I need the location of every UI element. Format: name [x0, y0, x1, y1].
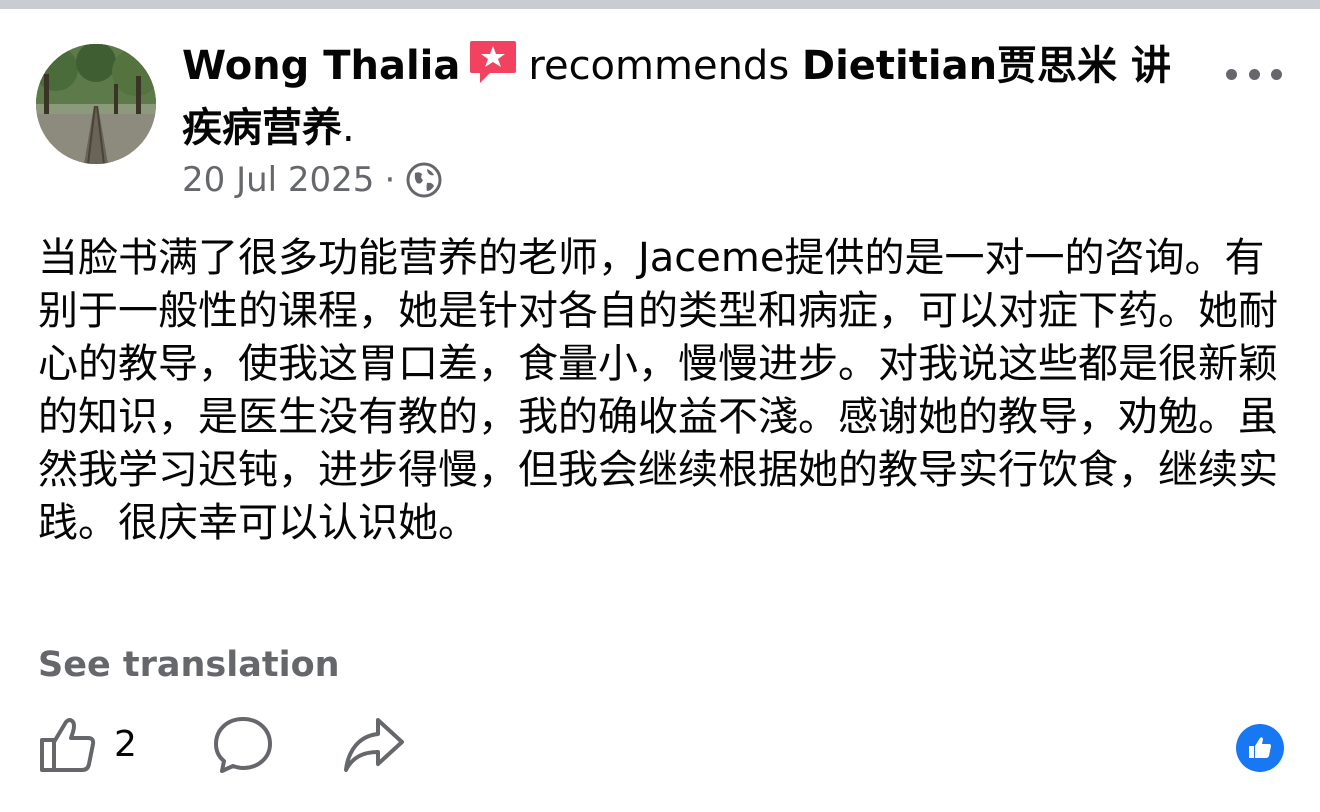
like-button[interactable]: [36, 714, 98, 780]
post-header: Wong Thalia recommends Dietitian贾思米 讲疾病营养…: [182, 38, 1192, 156]
thumbs-up-icon: [40, 718, 96, 772]
share-arrow-icon: [344, 718, 404, 772]
post-date[interactable]: 20 Jul 2025: [182, 157, 374, 203]
see-translation-link[interactable]: See translation: [38, 642, 340, 688]
comment-icon: [214, 717, 272, 773]
avatar[interactable]: [36, 44, 156, 164]
like-reaction-icon[interactable]: [1236, 724, 1284, 772]
recommends-label: recommends: [528, 43, 790, 89]
author-name[interactable]: Wong Thalia: [182, 43, 460, 89]
post-actions: 2: [0, 712, 1320, 782]
globe-icon: [405, 161, 443, 199]
more-dot-icon: [1248, 68, 1260, 80]
more-dot-icon: [1226, 68, 1237, 80]
top-divider: [0, 0, 1320, 9]
recommendation-icon: [468, 39, 518, 100]
share-button[interactable]: [342, 714, 406, 780]
more-dot-icon: [1271, 68, 1282, 80]
like-count[interactable]: 2: [114, 722, 137, 768]
meta-separator: ·: [384, 160, 396, 200]
post-meta: 20 Jul 2025 ·: [182, 157, 443, 203]
header-period: .: [342, 105, 355, 151]
more-options-button[interactable]: [1226, 62, 1282, 86]
comment-button[interactable]: [212, 714, 274, 780]
post-body: 当脸书满了很多功能营养的老师，Jaceme提供的是一对一的咨询。有别于一般性的课…: [38, 235, 1278, 546]
